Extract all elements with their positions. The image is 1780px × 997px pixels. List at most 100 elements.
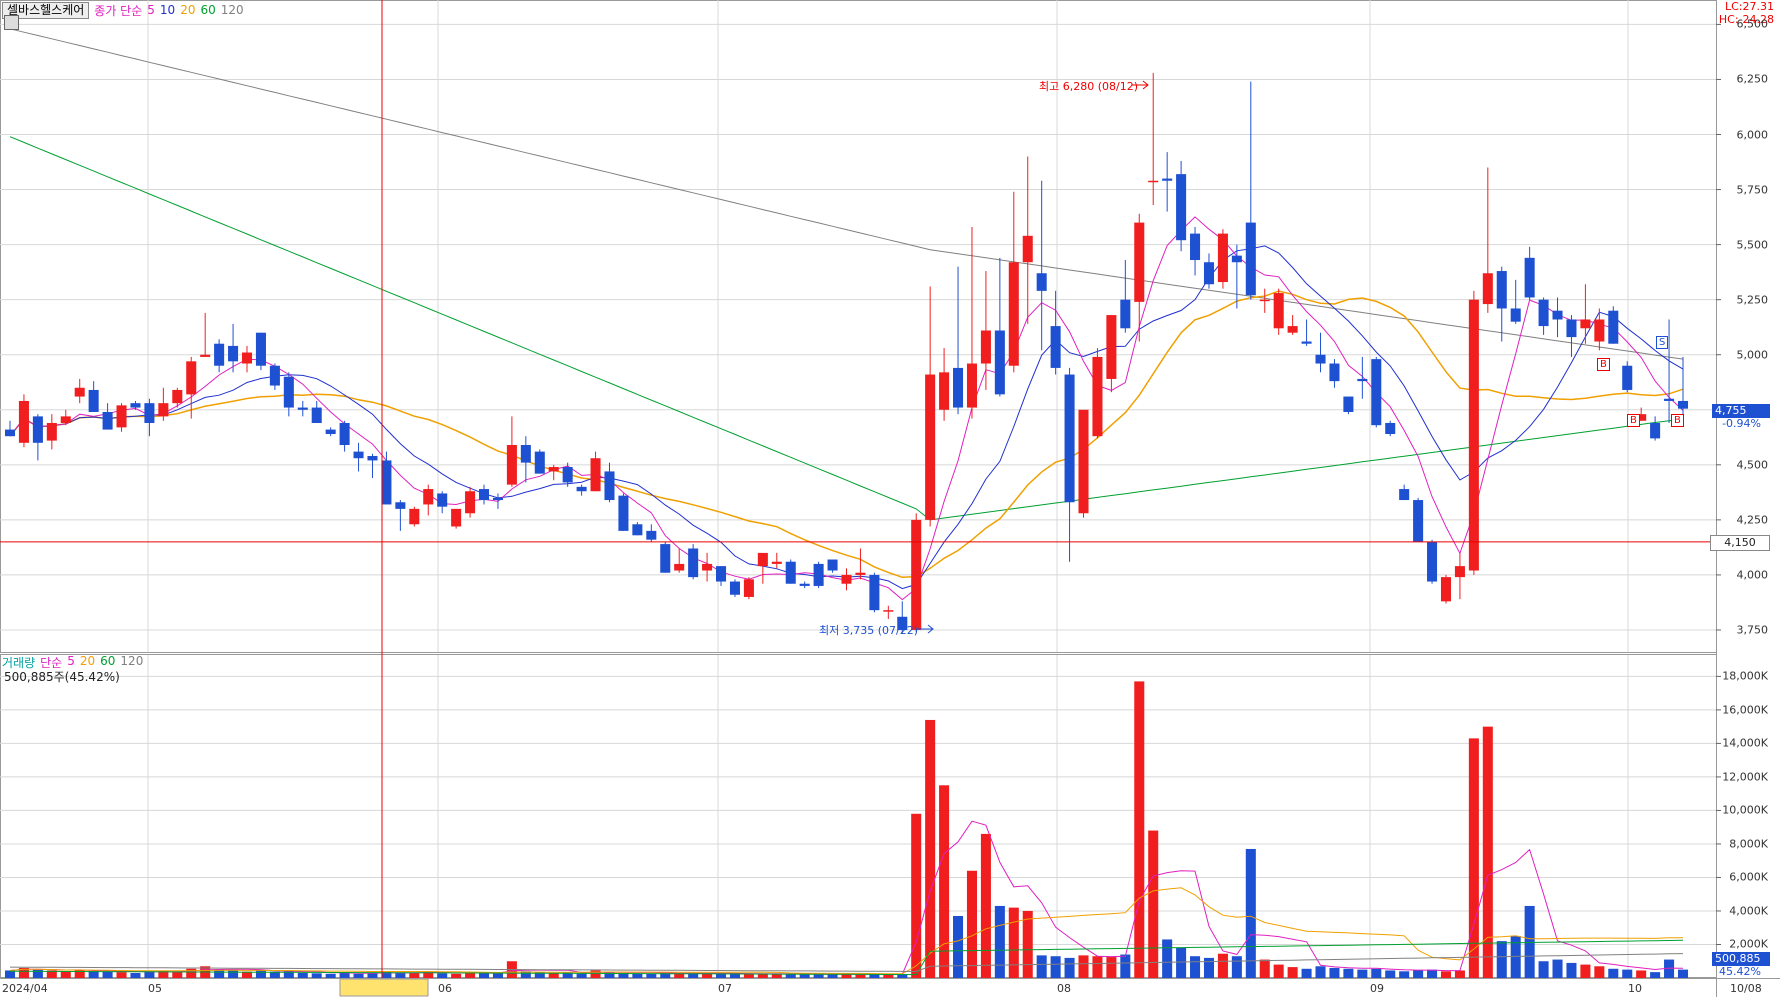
volume-bar [1594, 966, 1605, 978]
candle-body [869, 574, 880, 611]
candle-body [255, 332, 266, 366]
candle-body [1357, 378, 1368, 382]
candle-body [548, 467, 559, 472]
volume-bar [1162, 939, 1173, 978]
volume-bar [1273, 964, 1284, 978]
volume-bar [1427, 969, 1438, 978]
candle-body [785, 561, 796, 584]
volume-tick-label: 8,000K [1729, 837, 1768, 851]
candle-body [743, 579, 754, 597]
candle-body [1064, 374, 1075, 503]
candle-body [1482, 273, 1493, 305]
volume-tick-label: 16,000K [1722, 703, 1768, 717]
candle-body [827, 559, 838, 571]
volume-bar [60, 971, 71, 978]
volume-bar [116, 972, 127, 978]
candle-body [241, 352, 253, 364]
candle-body [1106, 315, 1117, 379]
low-annotation: 최저 3,735 (07/22) [819, 624, 919, 637]
candle-body [437, 493, 448, 507]
volume-bar [953, 916, 964, 978]
time-range-highlight [339, 978, 429, 997]
candle-body [841, 574, 852, 584]
signal-s-marker: S [1656, 336, 1669, 349]
price-tick-label: 6,500 [1736, 17, 1769, 31]
volume-bar [911, 813, 922, 978]
volume-bar [367, 973, 378, 978]
volume-bar [1203, 957, 1215, 978]
volume-bar [1148, 830, 1159, 978]
volume-bar [1176, 947, 1187, 978]
volume-tick-label: 12,000K [1722, 770, 1768, 784]
volume-bar [130, 972, 141, 978]
candle-body [1203, 262, 1215, 285]
candle-body [716, 566, 727, 582]
volume-bar [1622, 969, 1633, 978]
candle-body [4, 429, 16, 437]
candle-body [1677, 400, 1689, 409]
candle-body [674, 563, 685, 571]
candle-body [172, 389, 183, 404]
volume-bar [1301, 968, 1312, 978]
candle-body [688, 548, 699, 578]
current-change-label: -0.94% [1722, 417, 1761, 430]
candle-body [88, 389, 99, 412]
candle-body [353, 451, 364, 459]
volume-bar [1329, 967, 1340, 978]
candle-body [1622, 365, 1633, 390]
candle-body [1329, 363, 1340, 382]
price-tick-label: 5,250 [1736, 293, 1769, 307]
candle-body [1036, 273, 1047, 291]
signal-b-marker: B [1627, 414, 1640, 427]
volume-ma-120: 120 [120, 654, 144, 668]
candle-body [116, 405, 127, 428]
volume-pane-frame [0, 654, 1717, 978]
candle-body [994, 330, 1005, 395]
candle-body [1413, 500, 1424, 542]
candle-body [1510, 308, 1521, 322]
volume-bar [1496, 941, 1507, 978]
candle-body [478, 489, 490, 501]
volume-bar [1190, 956, 1201, 978]
volume-bar [451, 973, 462, 978]
candle-body [1385, 422, 1396, 434]
calculator-icon[interactable] [4, 15, 19, 30]
volume-tick-label: 18,000K [1722, 669, 1768, 683]
volume-bar [576, 973, 587, 978]
volume-bar [228, 969, 239, 978]
candle-body [506, 445, 517, 485]
volume-ma120-line [9, 953, 1684, 973]
volume-bar [1371, 968, 1382, 978]
volume-bar [646, 973, 657, 978]
volume-tick-label: 6,000K [1729, 870, 1768, 884]
candle-body [1287, 326, 1298, 333]
candle-body [1594, 319, 1605, 342]
candle-body [1162, 178, 1173, 181]
volume-bar [1440, 971, 1452, 978]
candle-body [1231, 255, 1242, 263]
volume-bar [1538, 961, 1549, 978]
candle-body [911, 519, 922, 630]
volume-ma20-line [9, 887, 1684, 975]
ma-period-60: 60 [200, 3, 216, 17]
candle-body [520, 445, 531, 463]
volume-bar [1050, 956, 1061, 978]
candle-body [283, 376, 294, 408]
ma10-line [9, 245, 1684, 590]
candle-body [1176, 174, 1187, 241]
price-legend: 셀바스헬스케어 종가 단순 5 10 20 60 120 [2, 1, 244, 19]
candle-body [1217, 233, 1228, 283]
candle-body [1566, 319, 1577, 338]
price-volume-chart[interactable] [0, 0, 1780, 997]
volume-bar [409, 972, 420, 978]
candle-body [46, 422, 57, 441]
price-tick-label: 4,500 [1736, 458, 1769, 472]
time-tick-label: 10/08 [1730, 982, 1762, 995]
volume-bar [1580, 964, 1591, 978]
ma120-line [9, 28, 1684, 360]
volume-bar [465, 972, 476, 978]
candle-body [646, 530, 657, 540]
candle-body [1148, 180, 1159, 183]
volume-bar [1036, 955, 1047, 978]
volume-bar [799, 974, 810, 978]
